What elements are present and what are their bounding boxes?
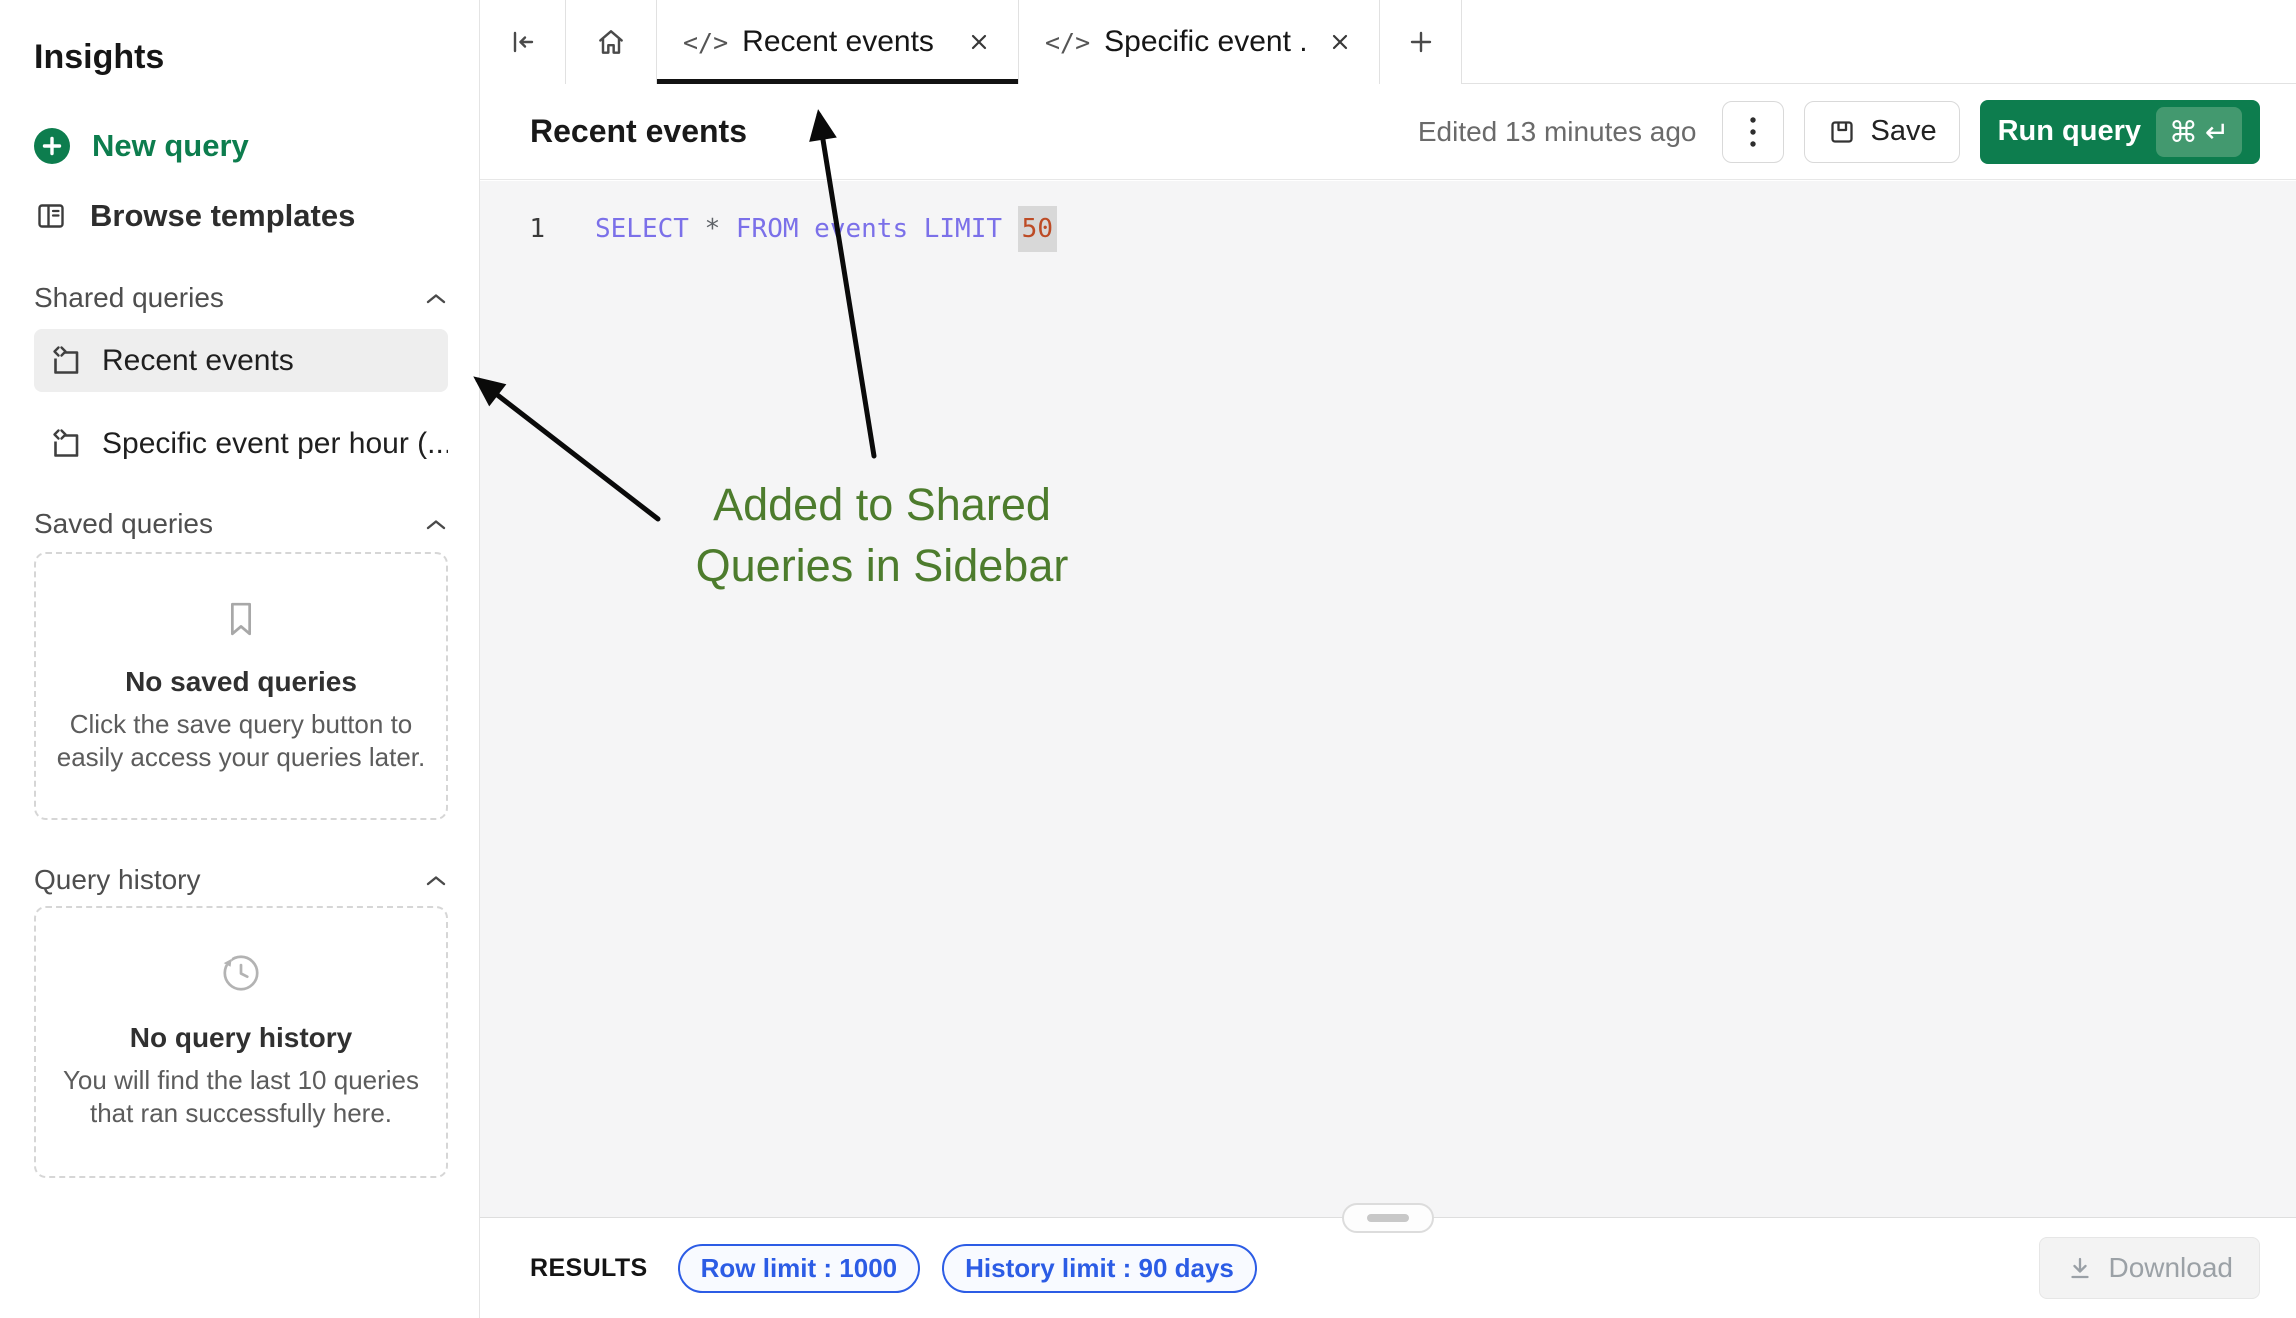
home-icon <box>595 26 627 58</box>
sql-operator: * <box>705 214 736 244</box>
browse-templates-button[interactable]: Browse templates <box>34 192 447 240</box>
code-line: 1 SELECT * FROM events LIMIT 50 <box>480 201 2296 257</box>
tab-recent-events[interactable]: </> Recent events <box>657 0 1019 84</box>
new-tab-plus-icon <box>1407 28 1435 56</box>
panel-resize-handle[interactable] <box>1342 1203 1434 1233</box>
sql-editor[interactable]: 1 SELECT * FROM events LIMIT 50 <box>480 181 2296 1217</box>
return-icon: ↵ <box>2205 115 2229 149</box>
collapse-sidebar-button[interactable] <box>480 0 566 84</box>
close-tab-button[interactable] <box>962 25 996 59</box>
edited-timestamp: Edited 13 minutes ago <box>1418 116 1697 148</box>
empty-state-text: that ran successfully here. <box>36 1097 446 1130</box>
chevron-up-icon <box>425 518 447 531</box>
bookmark-icon <box>36 598 446 640</box>
plus-circle-icon <box>34 128 70 164</box>
tab-label: Specific event ... <box>1104 25 1309 59</box>
code-tab-icon: </> <box>683 28 728 57</box>
sql-table: events <box>814 214 924 244</box>
history-icon <box>36 950 446 996</box>
saved-queries-section-header[interactable]: Saved queries <box>34 506 447 542</box>
chevron-up-icon <box>425 292 447 305</box>
saved-queries-label: Saved queries <box>34 508 213 540</box>
tab-bar: </> Recent events </> Specific event ... <box>480 0 2296 84</box>
sidebar-title: Insights <box>34 38 164 77</box>
drag-bar <box>1367 1214 1409 1222</box>
row-limit-pill[interactable]: Row limit : 1000 <box>678 1244 921 1293</box>
tab-specific-event[interactable]: </> Specific event ... <box>1019 0 1380 84</box>
insights-app: Insights New query Browse templates Shar… <box>0 0 2296 1318</box>
query-icon <box>50 428 82 460</box>
sidebar-item-label: Recent events <box>102 344 294 378</box>
chevron-up-icon <box>425 874 447 887</box>
sql-code[interactable]: SELECT * FROM events LIMIT 50 <box>595 214 1057 244</box>
run-query-button[interactable]: Run query ⌘ ↵ <box>1980 100 2260 164</box>
browse-templates-label: Browse templates <box>90 198 355 234</box>
sidebar: Insights New query Browse templates Shar… <box>0 0 480 1318</box>
empty-state-title: No saved queries <box>36 666 446 698</box>
download-icon <box>2066 1254 2094 1282</box>
empty-state-text: You will find the last 10 queries <box>36 1064 446 1097</box>
shared-queries-section-header[interactable]: Shared queries <box>34 280 447 316</box>
more-options-button[interactable] <box>1722 101 1784 163</box>
new-query-label: New query <box>92 128 249 164</box>
sidebar-item-label: Specific event per hour (... <box>102 427 448 461</box>
code-tab-icon: </> <box>1045 28 1090 57</box>
query-history-section-header[interactable]: Query history <box>34 862 447 898</box>
sql-keyword: FROM <box>736 214 814 244</box>
new-query-button[interactable]: New query <box>34 122 447 170</box>
sql-keyword: LIMIT <box>924 214 1018 244</box>
keyboard-shortcut-badge: ⌘ ↵ <box>2156 107 2242 157</box>
run-query-label: Run query <box>1998 115 2141 148</box>
new-tab-button[interactable] <box>1380 0 1462 84</box>
query-history-label: Query history <box>34 864 201 896</box>
sidebar-item-recent-events[interactable]: Recent events <box>34 329 448 392</box>
sidebar-item-specific-event[interactable]: Specific event per hour (... <box>34 412 448 475</box>
download-label: Download <box>2108 1252 2233 1284</box>
tab-label: Recent events <box>742 25 934 59</box>
empty-state-title: No query history <box>36 1022 446 1054</box>
sql-number: 50 <box>1018 206 1057 252</box>
line-number: 1 <box>480 214 545 244</box>
history-limit-pill[interactable]: History limit : 90 days <box>942 1244 1257 1293</box>
save-icon <box>1827 117 1857 147</box>
sql-keyword: SELECT <box>595 214 705 244</box>
saved-queries-empty-state: No saved queries Click the save query bu… <box>34 552 448 820</box>
close-tab-button[interactable] <box>1323 25 1357 59</box>
download-button[interactable]: Download <box>2039 1237 2260 1299</box>
query-icon <box>50 345 82 377</box>
empty-state-text: Click the save query button to <box>36 708 446 741</box>
home-button[interactable] <box>566 0 657 84</box>
close-icon <box>1329 31 1351 53</box>
query-header: Recent events Edited 13 minutes ago Save… <box>480 84 2296 180</box>
query-history-empty-state: No query history You will find the last … <box>34 906 448 1178</box>
results-label: RESULTS <box>530 1254 648 1283</box>
save-label: Save <box>1870 115 1936 148</box>
query-title: Recent events <box>530 113 747 150</box>
template-icon <box>34 199 68 233</box>
empty-state-text: easily access your queries later. <box>36 741 446 774</box>
kebab-icon <box>1748 114 1758 150</box>
collapse-sidebar-icon <box>508 27 538 57</box>
save-button[interactable]: Save <box>1804 101 1959 163</box>
shared-queries-label: Shared queries <box>34 282 224 314</box>
main-panel: </> Recent events </> Specific event ... <box>480 0 2296 1318</box>
close-icon <box>968 31 990 53</box>
command-icon: ⌘ <box>2169 115 2198 149</box>
